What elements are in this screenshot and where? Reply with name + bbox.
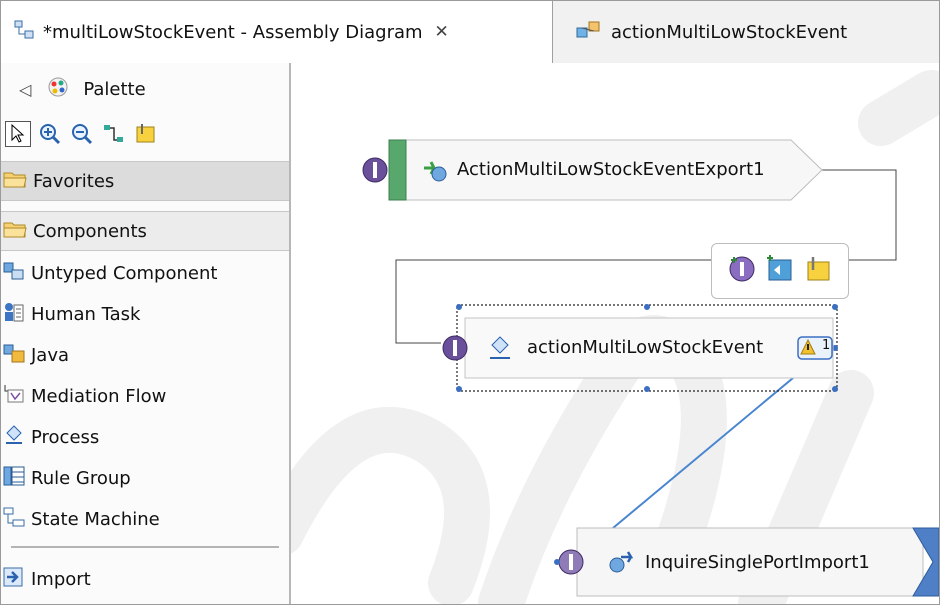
folder-icon	[3, 219, 27, 244]
tab-label: *multiLowStockEvent - Assembly Diagram	[43, 21, 423, 43]
export-node-label: ActionMultiLowStockEventExport1	[457, 159, 765, 180]
process-icon	[487, 335, 513, 366]
item-label: Mediation Flow	[31, 385, 167, 407]
palette-item-untyped-component[interactable]: Untyped Component	[1, 253, 289, 293]
palette-header[interactable]: ◁ Palette	[1, 63, 289, 115]
collapse-arrow-icon[interactable]: ◁	[19, 80, 31, 99]
palette-title: Palette	[83, 78, 146, 100]
process-editor-icon	[575, 18, 603, 47]
close-icon[interactable]: ✕	[435, 22, 449, 42]
component-node[interactable]: actionMultiLowStockEvent 1	[441, 317, 835, 379]
add-reference-icon[interactable]	[765, 254, 795, 289]
palette-item-state-machine[interactable]: State Machine	[1, 499, 289, 539]
item-label: Process	[31, 426, 100, 448]
select-arrow-icon[interactable]	[5, 121, 31, 147]
export-node[interactable]: ActionMultiLowStockEventExport1	[361, 139, 823, 201]
export-icon	[421, 156, 449, 189]
mediation-flow-icon	[3, 383, 25, 410]
untyped-component-icon	[3, 260, 25, 287]
palette-item-human-task[interactable]: Human Task	[1, 294, 289, 334]
drawer-label: Components	[33, 220, 147, 242]
import-icon	[607, 549, 635, 582]
zoom-out-icon[interactable]	[69, 121, 95, 147]
item-label: State Machine	[31, 508, 160, 530]
item-label: Import	[31, 568, 91, 590]
diagram-canvas[interactable]: ActionMultiLowStockEventExport1 actionMu…	[291, 63, 939, 604]
warning-badge: 1	[822, 338, 831, 353]
palette-item-rule-group[interactable]: Rule Group	[1, 458, 289, 498]
note-tool-icon[interactable]	[133, 121, 159, 147]
warning-icon[interactable]: 1	[797, 335, 833, 361]
add-note-icon[interactable]	[803, 254, 833, 289]
drawer-favorites[interactable]: Favorites	[1, 161, 289, 201]
process-icon	[3, 424, 25, 451]
editor-tab-bar: *multiLowStockEvent - Assembly Diagram ✕…	[1, 1, 939, 64]
tab-action-multi-low-stock-event[interactable]: actionMultiLowStockEvent	[553, 1, 939, 63]
tab-assembly-diagram[interactable]: *multiLowStockEvent - Assembly Diagram ✕	[1, 1, 553, 63]
editor-window: *multiLowStockEvent - Assembly Diagram ✕…	[0, 0, 940, 605]
palette-item-mediation-flow[interactable]: Mediation Flow	[1, 376, 289, 416]
folder-icon	[3, 169, 27, 194]
wire-tool-icon[interactable]	[101, 121, 127, 147]
tab-label: actionMultiLowStockEvent	[611, 21, 848, 43]
human-task-icon	[3, 301, 25, 328]
item-label: Java	[31, 344, 70, 366]
add-interface-icon[interactable]	[727, 254, 757, 289]
import-node-label: InquireSinglePortImport1	[645, 552, 870, 573]
drawer-components[interactable]: Components	[1, 211, 289, 251]
palette-icon	[47, 76, 69, 103]
java-component-icon	[3, 342, 25, 369]
palette-item-import[interactable]: Import	[1, 559, 289, 599]
palette-toolbar	[5, 117, 285, 151]
component-action-bar	[711, 243, 849, 299]
state-machine-icon	[3, 506, 25, 533]
palette-item-process[interactable]: Process	[1, 417, 289, 457]
import-icon	[3, 566, 25, 593]
zoom-in-icon[interactable]	[37, 121, 63, 147]
item-label: Human Task	[31, 303, 141, 325]
component-node-label: actionMultiLowStockEvent	[527, 337, 764, 358]
item-label: Untyped Component	[31, 262, 218, 284]
palette-panel: ◁ Palette Favorites Components Untyped C…	[1, 63, 291, 604]
rule-group-icon	[3, 465, 25, 492]
drawer-label: Favorites	[33, 170, 115, 192]
item-label: Rule Group	[31, 467, 131, 489]
assembly-diagram-icon	[13, 19, 35, 46]
import-node[interactable]: InquireSinglePortImport1	[553, 527, 939, 597]
palette-item-java[interactable]: Java	[1, 335, 289, 375]
palette-separator	[11, 546, 279, 548]
